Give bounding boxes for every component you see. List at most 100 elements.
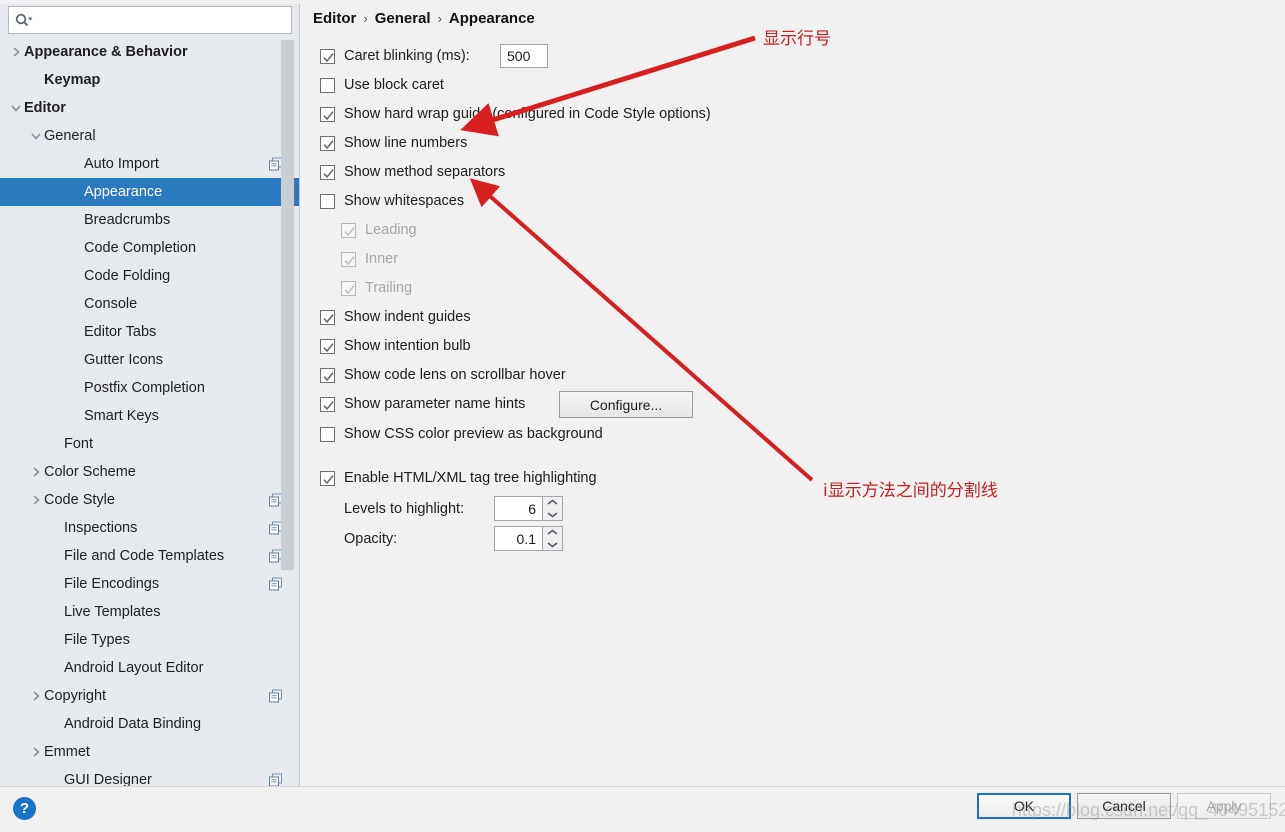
checkbox-show-intention-bulb[interactable] — [320, 338, 335, 354]
checkbox-show-parameter-name-hints[interactable] — [320, 396, 335, 412]
sidebar-item-color-scheme[interactable]: Color Scheme — [0, 458, 300, 486]
chevron-down-icon[interactable] — [543, 539, 562, 551]
caret-blinking-value-field[interactable]: 500 — [500, 44, 548, 68]
chevron-right-icon[interactable] — [28, 492, 44, 508]
cancel-button-label: Cancel — [1102, 798, 1146, 814]
sidebar-item-appearance[interactable]: Appearance — [0, 178, 300, 206]
opacity-value[interactable]: 0.1 — [494, 526, 542, 551]
sidebar-item-file-types[interactable]: File Types — [0, 626, 300, 654]
chevron-right-icon[interactable] — [28, 744, 44, 760]
checkbox-show-method-separators[interactable] — [320, 164, 335, 180]
chevron-down-icon[interactable] — [28, 128, 44, 144]
checkbox-show-whitespaces[interactable] — [320, 193, 335, 209]
chevron-down-icon[interactable] — [543, 509, 562, 521]
sidebar-item-code-folding[interactable]: Code Folding — [0, 262, 300, 290]
help-button-label: ? — [19, 800, 30, 817]
sidebar-scrollbar-thumb[interactable] — [281, 40, 294, 570]
ok-button[interactable]: OK — [977, 793, 1071, 819]
chevron-right-icon[interactable] — [28, 464, 44, 480]
breadcrumb-part-editor[interactable]: Editor — [313, 10, 356, 27]
option-row-use-block-caret[interactable]: Use block caret — [320, 77, 444, 93]
search-box[interactable] — [8, 6, 292, 34]
search-input[interactable] — [39, 7, 291, 33]
checkbox-show-hard-wrap-guide-configured-in-code-style-options[interactable] — [320, 106, 335, 122]
settings-tree[interactable]: Appearance & Behavior Keymap Editor General… — [0, 38, 300, 786]
sidebar-item-label: Console — [84, 296, 138, 312]
levels-to-highlight-value[interactable]: 6 — [494, 496, 542, 521]
option-row-show-method-separators[interactable]: Show method separators — [320, 164, 505, 180]
option-row-enable-html-xml-tag-tree-highlighting[interactable]: Enable HTML/XML tag tree highlighting — [320, 470, 597, 486]
sidebar-item-code-completion[interactable]: Code Completion — [0, 234, 300, 262]
sidebar-item-code-style[interactable]: Code Style — [0, 486, 300, 514]
sidebar-item-gutter-icons[interactable]: Gutter Icons — [0, 346, 300, 374]
option-row-show-hard-wrap-guide-configured-in-code-style-options[interactable]: Show hard wrap guide (configured in Code… — [320, 106, 711, 122]
option-label-caret-blinking-ms: Caret blinking (ms): — [344, 48, 470, 64]
sidebar-item-label: Android Data Binding — [64, 716, 202, 732]
sidebar-item-label: Code Folding — [84, 268, 171, 284]
help-button[interactable]: ? — [13, 797, 36, 820]
copy-settings-icon[interactable] — [269, 577, 282, 591]
sidebar-item-file-and-code-templates[interactable]: File and Code Templates — [0, 542, 300, 570]
sidebar-item-emmet[interactable]: Emmet — [0, 738, 300, 766]
checkbox-show-code-lens-on-scrollbar-hover[interactable] — [320, 367, 335, 383]
sidebar-item-android-layout-editor[interactable]: Android Layout Editor — [0, 654, 300, 682]
sidebar-item-label: Code Style — [44, 492, 115, 508]
caret-blinking-value: 500 — [507, 48, 531, 64]
opacity-label: Opacity: — [344, 531, 398, 547]
chevron-right-icon[interactable] — [28, 688, 44, 704]
sidebar-item-breadcrumbs[interactable]: Breadcrumbs — [0, 206, 300, 234]
option-row-caret-blinking-ms[interactable]: Caret blinking (ms): — [320, 48, 470, 64]
sidebar-item-keymap[interactable]: Keymap — [0, 66, 300, 94]
search-icon — [9, 7, 39, 33]
levels-to-highlight-spinner[interactable]: 6 — [494, 496, 563, 521]
sidebar-item-console[interactable]: Console — [0, 290, 300, 318]
sidebar-item-label: Live Templates — [64, 604, 161, 620]
option-row-show-line-numbers[interactable]: Show line numbers — [320, 135, 467, 151]
breadcrumb: Editor › General › Appearance — [313, 10, 535, 27]
sidebar-item-android-data-binding[interactable]: Android Data Binding — [0, 710, 300, 738]
sidebar-item-auto-import[interactable]: Auto Import — [0, 150, 300, 178]
sidebar-scrollbar-track[interactable] — [281, 38, 297, 786]
sidebar-item-appearance-behavior[interactable]: Appearance & Behavior — [0, 38, 300, 66]
configure-button[interactable]: Configure... — [559, 391, 693, 418]
checkbox-use-block-caret[interactable] — [320, 77, 335, 93]
option-row-show-parameter-name-hints[interactable]: Show parameter name hints — [320, 396, 525, 412]
checkbox-inner — [341, 251, 356, 267]
sidebar-item-postfix-completion[interactable]: Postfix Completion — [0, 374, 300, 402]
sidebar-item-general[interactable]: General — [0, 122, 300, 150]
sidebar-item-live-templates[interactable]: Live Templates — [0, 598, 300, 626]
chevron-up-icon[interactable] — [543, 497, 562, 509]
copy-settings-icon[interactable] — [269, 689, 282, 703]
sidebar-item-label: GUI Designer — [64, 772, 152, 786]
breadcrumb-part-general[interactable]: General — [375, 10, 431, 27]
sidebar-item-font[interactable]: Font — [0, 430, 300, 458]
cancel-button[interactable]: Cancel — [1077, 793, 1171, 819]
checkbox-enable-html-xml-tag-tree-highlighting[interactable] — [320, 470, 335, 486]
chevron-up-icon[interactable] — [543, 527, 562, 539]
copy-settings-icon[interactable] — [269, 773, 282, 786]
checkbox-caret-blinking-ms[interactable] — [320, 48, 335, 64]
sidebar-item-inspections[interactable]: Inspections — [0, 514, 300, 542]
option-row-show-whitespaces[interactable]: Show whitespaces — [320, 193, 464, 209]
sidebar-item-editor-tabs[interactable]: Editor Tabs — [0, 318, 300, 346]
checkbox-show-css-color-preview-as-background[interactable] — [320, 426, 335, 442]
option-row-show-css-color-preview-as-background[interactable]: Show CSS color preview as background — [320, 426, 603, 442]
sidebar-item-file-encodings[interactable]: File Encodings — [0, 570, 300, 598]
checkbox-show-line-numbers[interactable] — [320, 135, 335, 151]
sidebar-item-gui-designer[interactable]: GUI Designer — [0, 766, 300, 786]
sidebar-item-copyright[interactable]: Copyright — [0, 682, 300, 710]
option-row-show-indent-guides[interactable]: Show indent guides — [320, 309, 471, 325]
sidebar-item-smart-keys[interactable]: Smart Keys — [0, 402, 300, 430]
option-row-trailing: Trailing — [341, 280, 412, 296]
opacity-spinner[interactable]: 0.1 — [494, 526, 563, 551]
option-row-show-code-lens-on-scrollbar-hover[interactable]: Show code lens on scrollbar hover — [320, 367, 566, 383]
sidebar-item-editor[interactable]: Editor — [0, 94, 300, 122]
option-row-show-intention-bulb[interactable]: Show intention bulb — [320, 338, 471, 354]
checkbox-show-indent-guides[interactable] — [320, 309, 335, 325]
chevron-right-icon[interactable] — [8, 44, 24, 60]
chevron-down-icon[interactable] — [8, 100, 24, 116]
